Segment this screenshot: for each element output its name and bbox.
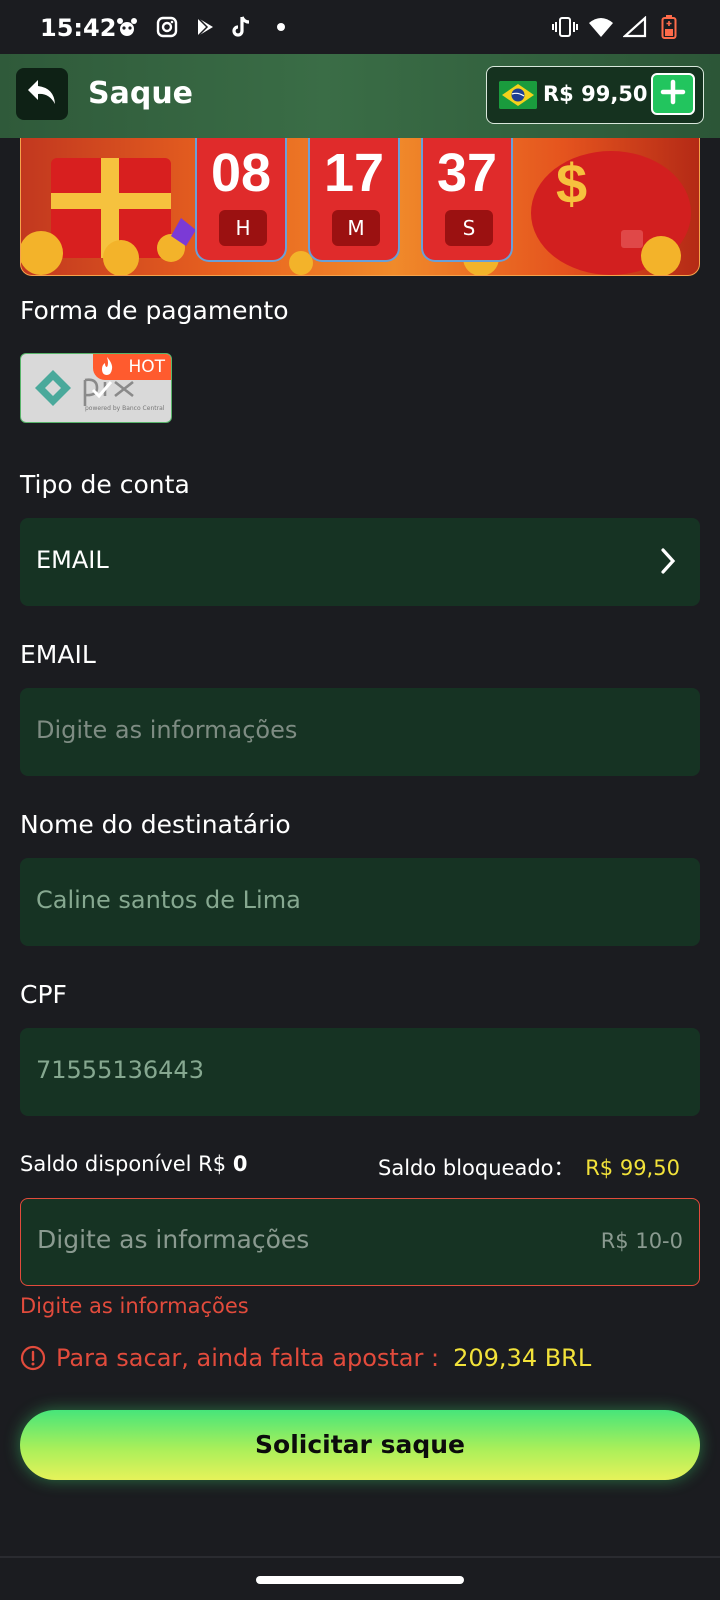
status-time: 15:42: [40, 14, 117, 42]
svg-text:$: $: [556, 152, 587, 215]
cpf-label: CPF: [20, 980, 67, 1009]
plus-icon: [660, 79, 686, 109]
brazil-flag-icon: [499, 81, 537, 109]
back-button[interactable]: [16, 68, 68, 120]
recipient-name-value: Caline santos de Lima: [36, 886, 301, 914]
countdown-hours-unit: H: [219, 210, 267, 246]
blocked-balance-value: R$ 99,50: [585, 1156, 680, 1180]
flame-icon: [99, 356, 115, 384]
hot-badge: HOT: [93, 354, 171, 380]
email-label: EMAIL: [20, 640, 96, 669]
countdown-minutes-unit: M: [332, 210, 380, 246]
countdown-minutes: 17 M: [308, 138, 400, 262]
cpf-value: 71555136443: [36, 1056, 204, 1084]
bottom-divider: [0, 1556, 720, 1558]
tiktok-icon: [228, 14, 254, 40]
battery-low-icon: [656, 14, 682, 40]
account-type-value: EMAIL: [36, 546, 109, 574]
play-store-icon: [192, 14, 218, 40]
withdraw-amount-field[interactable]: Digite as informações R$ 10-0: [20, 1198, 700, 1286]
blocked-balance-label: Saldo bloqueado：: [378, 1156, 575, 1180]
wagering-remaining-amount: 209,34 BRL: [453, 1344, 592, 1372]
wifi-icon: [588, 14, 614, 40]
blocked-balance: Saldo bloqueado： R$ 99,50: [378, 1152, 680, 1182]
recipient-label: Nome do destinatário: [20, 810, 291, 839]
balance-amount: R$ 99,50: [543, 82, 648, 106]
home-indicator[interactable]: [256, 1576, 464, 1584]
wagering-warning-text: Para sacar, ainda falta apostar :: [56, 1344, 440, 1372]
account-type-select[interactable]: EMAIL: [20, 518, 700, 606]
available-balance: Saldo disponível R$ 0: [20, 1152, 247, 1176]
available-balance-label: Saldo disponível R$: [20, 1152, 227, 1176]
amount-range-hint: R$ 10-0: [600, 1229, 683, 1253]
available-balance-value: 0: [232, 1152, 248, 1176]
payment-method-label: Forma de pagamento: [20, 296, 289, 325]
vibrate-icon: [552, 14, 578, 40]
app-header: Saque R$ 99,50: [0, 54, 720, 138]
wagering-warning: Para sacar, ainda falta apostar : 209,34…: [20, 1344, 591, 1372]
recipient-name-field[interactable]: Caline santos de Lima: [20, 858, 700, 946]
amount-placeholder: Digite as informações: [37, 1225, 310, 1254]
countdown-hours-value: 08: [210, 143, 272, 203]
status-bar: 15:42: [0, 0, 720, 54]
alert-circle-icon: [20, 1345, 46, 1371]
cpf-field[interactable]: 71555136443: [20, 1028, 700, 1116]
pix-tagline: powered by Banco Central: [85, 405, 165, 412]
countdown-seconds-value: 37: [436, 143, 498, 203]
countdown-hours: 08 H: [195, 138, 287, 262]
pix-payment-option[interactable]: powered by Banco Central HOT: [20, 353, 172, 423]
page-title: Saque: [88, 76, 194, 111]
amount-error-message: Digite as informações: [20, 1294, 249, 1318]
dot-icon: [268, 14, 294, 40]
hot-badge-label: HOT: [128, 357, 165, 377]
signal-icon: [622, 14, 648, 40]
promo-banner[interactable]: $ 08 H 17 M 37 S: [20, 138, 700, 276]
account-type-label: Tipo de conta: [20, 470, 190, 499]
request-withdrawal-button[interactable]: Solicitar saque: [20, 1410, 700, 1480]
instagram-icon: [154, 14, 180, 40]
pawprint-icon: [114, 14, 140, 40]
chevron-right-icon: [658, 546, 678, 580]
countdown-seconds: 37 S: [421, 138, 513, 262]
email-field[interactable]: Digite as informações: [20, 688, 700, 776]
add-funds-button[interactable]: [651, 73, 695, 115]
countdown-seconds-unit: S: [445, 210, 493, 246]
countdown-minutes-value: 17: [323, 143, 385, 203]
balance-widget[interactable]: R$ 99,50: [486, 66, 704, 124]
email-placeholder: Digite as informações: [36, 716, 298, 744]
back-arrow-icon: [25, 77, 59, 111]
